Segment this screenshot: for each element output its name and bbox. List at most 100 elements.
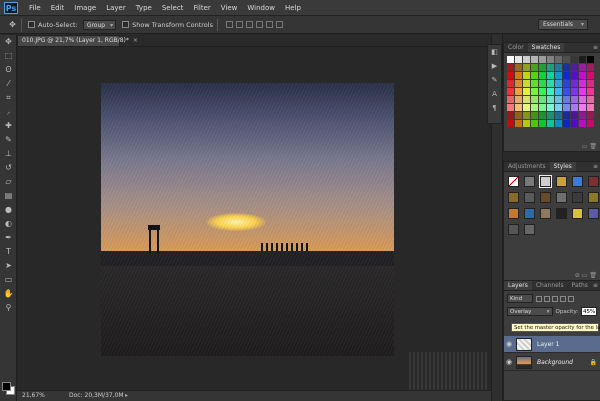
color-swatch[interactable] — [507, 56, 514, 63]
color-swatch[interactable] — [523, 96, 530, 103]
color-swatch[interactable] — [507, 104, 514, 111]
eyedropper-tool-icon[interactable]: ⸝ — [0, 105, 17, 119]
menu-select[interactable]: Select — [157, 4, 189, 12]
shape-filter-icon[interactable] — [560, 295, 566, 302]
color-swatch[interactable] — [579, 104, 586, 111]
style-swatch[interactable] — [588, 192, 599, 203]
color-swatch[interactable] — [571, 72, 578, 79]
move-tool-preset-icon[interactable]: ✥ — [4, 17, 22, 32]
tab-channels[interactable]: Channels — [532, 281, 568, 290]
style-swatch[interactable] — [524, 192, 535, 203]
color-swatch[interactable] — [539, 64, 546, 71]
color-swatch[interactable] — [587, 112, 594, 119]
lasso-tool-icon[interactable]: ʘ — [0, 63, 17, 77]
panel-menu-icon[interactable]: ≡ — [593, 43, 598, 53]
color-swatch[interactable] — [571, 88, 578, 95]
color-swatch[interactable] — [507, 112, 514, 119]
tab-swatches[interactable]: Swatches — [527, 43, 565, 52]
color-swatch[interactable] — [587, 96, 594, 103]
color-swatch[interactable] — [531, 80, 538, 87]
color-swatch[interactable] — [555, 80, 562, 87]
style-swatch[interactable] — [508, 192, 519, 203]
zoom-level[interactable]: 21,67% — [22, 391, 45, 401]
align-middle-icon[interactable] — [235, 21, 243, 28]
color-swatch[interactable] — [579, 96, 586, 103]
color-swatch[interactable] — [587, 72, 594, 79]
visibility-eye-icon[interactable]: ◉ — [504, 340, 514, 348]
color-swatch[interactable] — [531, 72, 538, 79]
color-swatch[interactable] — [571, 96, 578, 103]
color-swatch[interactable] — [531, 104, 538, 111]
color-swatch[interactable] — [555, 96, 562, 103]
color-swatch[interactable] — [563, 88, 570, 95]
color-swatch[interactable] — [531, 112, 538, 119]
auto-select-checkbox[interactable] — [28, 21, 35, 28]
dodge-tool-icon[interactable]: ◐ — [0, 217, 17, 231]
align-left-icon[interactable] — [255, 21, 263, 28]
brush-panel-icon[interactable]: ✎ — [488, 73, 501, 87]
color-swatch[interactable] — [515, 64, 522, 71]
smart-object-filter-icon[interactable] — [568, 295, 574, 302]
layer-kind-filter[interactable]: Kind — [507, 294, 533, 303]
tab-color[interactable]: Color — [504, 43, 528, 52]
opacity-input[interactable]: 45% — [581, 307, 597, 316]
visibility-eye-icon[interactable]: ◉ — [504, 358, 514, 366]
menu-filter[interactable]: Filter — [188, 4, 215, 12]
character-panel-icon[interactable]: A — [488, 87, 501, 101]
align-center-icon[interactable] — [265, 21, 273, 28]
style-swatch[interactable] — [540, 208, 551, 219]
document-tab[interactable]: 010.JPG @ 21,7% (Layer 1, RGB/8)* × — [17, 35, 138, 46]
color-swatch[interactable] — [547, 72, 554, 79]
color-swatch[interactable] — [563, 120, 570, 127]
color-swatch[interactable] — [539, 80, 546, 87]
tab-paths[interactable]: Paths — [568, 281, 592, 290]
panel-menu-icon[interactable]: ≡ — [593, 162, 598, 172]
color-swatch[interactable] — [515, 112, 522, 119]
color-swatch[interactable] — [587, 56, 594, 63]
color-swatch[interactable] — [571, 80, 578, 87]
style-swatch[interactable] — [508, 224, 519, 235]
color-swatch[interactable] — [555, 64, 562, 71]
color-swatch[interactable] — [515, 72, 522, 79]
color-swatch[interactable] — [555, 56, 562, 63]
color-swatch[interactable] — [571, 104, 578, 111]
color-swatch[interactable] — [547, 112, 554, 119]
color-swatch[interactable] — [579, 72, 586, 79]
type-filter-icon[interactable] — [552, 295, 558, 302]
color-swatch[interactable] — [563, 96, 570, 103]
color-swatch[interactable] — [523, 120, 530, 127]
color-swatch[interactable] — [579, 64, 586, 71]
color-swatch[interactable] — [539, 104, 546, 111]
style-swatch[interactable] — [539, 175, 552, 188]
color-swatch[interactable] — [587, 104, 594, 111]
style-swatch[interactable] — [572, 208, 583, 219]
color-swatch[interactable] — [563, 112, 570, 119]
color-swatch[interactable] — [579, 120, 586, 127]
color-swatch[interactable] — [547, 80, 554, 87]
color-swatch[interactable] — [571, 56, 578, 63]
pen-tool-icon[interactable]: ✒ — [0, 231, 17, 245]
close-tab-icon[interactable]: × — [133, 37, 138, 44]
document-image[interactable] — [101, 83, 394, 356]
color-swatch[interactable] — [507, 96, 514, 103]
workspace-switcher[interactable]: Essentials — [538, 19, 588, 30]
color-swatch[interactable] — [587, 64, 594, 71]
style-swatch[interactable] — [572, 192, 583, 203]
move-tool-icon[interactable]: ✥ — [0, 35, 17, 49]
color-swatch[interactable] — [579, 112, 586, 119]
color-swatch[interactable] — [523, 88, 530, 95]
color-swatch[interactable] — [571, 112, 578, 119]
clone-stamp-tool-icon[interactable]: ⊥ — [0, 147, 17, 161]
zoom-tool-icon[interactable]: ⚲ — [0, 301, 17, 315]
menu-view[interactable]: View — [216, 4, 243, 12]
color-swatch[interactable] — [571, 64, 578, 71]
color-swatch[interactable] — [547, 120, 554, 127]
menu-layer[interactable]: Layer — [101, 4, 131, 12]
color-swatch[interactable] — [531, 56, 538, 63]
style-swatch[interactable] — [556, 192, 567, 203]
color-swatch[interactable] — [547, 88, 554, 95]
color-swatch[interactable] — [515, 120, 522, 127]
eraser-tool-icon[interactable]: ▱ — [0, 175, 17, 189]
color-swatch[interactable] — [523, 104, 530, 111]
color-swatch[interactable] — [531, 88, 538, 95]
